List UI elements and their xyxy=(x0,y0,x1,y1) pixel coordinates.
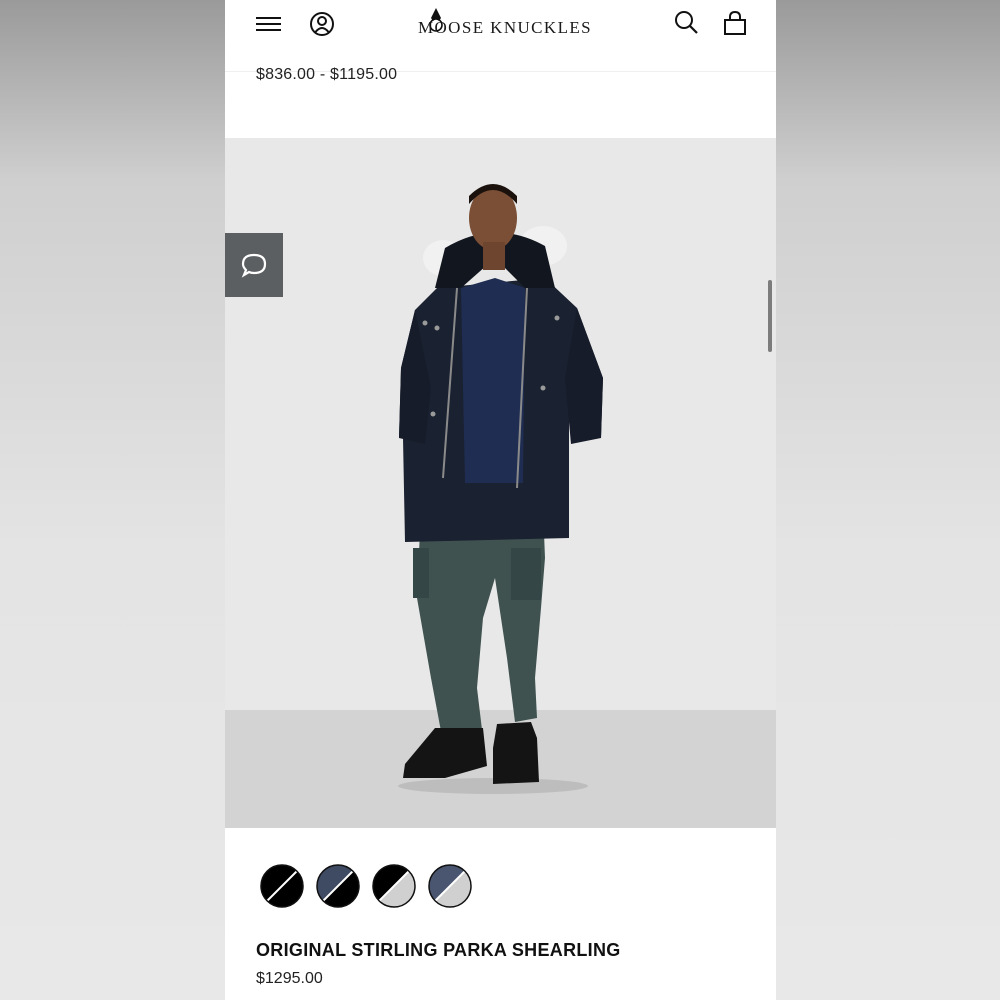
model-figure xyxy=(398,184,603,794)
product-name[interactable]: ORIGINAL STIRLING PARKA SHEARLING xyxy=(256,940,621,961)
chat-bubble-icon xyxy=(241,253,267,278)
swatch-navy-black[interactable] xyxy=(315,863,361,909)
background-left xyxy=(0,0,225,1000)
search-icon[interactable] xyxy=(673,9,701,37)
site-header: MOOSE KNUCKLES xyxy=(225,0,776,72)
background-right xyxy=(776,0,1000,1000)
product-price: $1295.00 xyxy=(256,970,323,987)
swatch-black-grey[interactable] xyxy=(371,863,417,909)
account-icon[interactable] xyxy=(309,10,337,38)
moose-logo-icon xyxy=(429,8,443,32)
bag-icon[interactable] xyxy=(722,9,748,37)
brand-logo[interactable]: MOOSE KNUCKLES xyxy=(400,4,610,38)
scrollbar-thumb[interactable] xyxy=(768,280,772,352)
menu-icon[interactable] xyxy=(255,12,283,36)
product-image[interactable] xyxy=(225,138,776,828)
previous-product-price: $836.00 - $1195.00 xyxy=(256,66,398,83)
mobile-page: MOOSE KNUCKLES $836.00 - $1195.00 ORIGIN… xyxy=(225,0,776,1000)
swatch-black-black[interactable] xyxy=(259,863,305,909)
color-swatches xyxy=(259,863,473,909)
chat-button[interactable] xyxy=(225,233,283,297)
swatch-navy-grey[interactable] xyxy=(427,863,473,909)
